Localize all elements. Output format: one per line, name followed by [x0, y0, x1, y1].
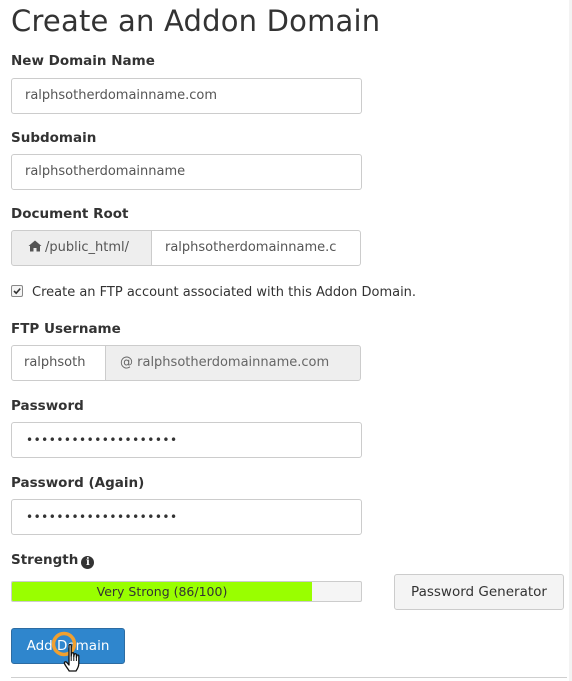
strength-meter-text: Very Strong (86/100): [96, 584, 228, 599]
password-again-input[interactable]: ••••••••••••••••••••: [11, 499, 362, 535]
ftp-checkbox-row[interactable]: Create an FTP account associated with th…: [11, 285, 416, 300]
ftp-username-input[interactable]: ralphsoth: [11, 345, 106, 381]
subdomain-input[interactable]: ralphsotherdomainname: [11, 154, 362, 190]
checkmark-icon: [13, 288, 21, 295]
password-generator-button[interactable]: Password Generator: [394, 574, 564, 610]
document-root-input[interactable]: ralphsotherdomainname.c: [151, 230, 361, 266]
page-title: Create an Addon Domain: [11, 4, 381, 38]
ftp-username-suffix: @ ralphsotherdomainname.com: [105, 345, 361, 381]
new-domain-label: New Domain Name: [11, 53, 155, 69]
ftp-checkbox-label: Create an FTP account associated with th…: [32, 285, 417, 300]
hand-pointer-cursor-icon: [63, 643, 80, 672]
home-icon: [28, 232, 42, 252]
document-root-prefix-text: /public_html/: [45, 240, 129, 255]
password-input[interactable]: ••••••••••••••••••••: [11, 422, 362, 458]
info-circle-icon[interactable]: i: [81, 556, 95, 569]
bottom-divider: [11, 677, 567, 678]
ftp-username-label: FTP Username: [11, 321, 121, 337]
subdomain-label: Subdomain: [11, 130, 97, 146]
strength-meter: Very Strong (86/100): [11, 581, 362, 602]
strength-label: Strength: [11, 552, 79, 568]
document-root-prefix: /public_html/: [11, 230, 152, 266]
strength-label-row: Strength i: [11, 552, 95, 569]
password-label: Password: [11, 398, 84, 414]
document-root-label: Document Root: [11, 206, 129, 222]
ftp-checkbox[interactable]: [11, 285, 23, 297]
password-again-label: Password (Again): [11, 475, 145, 491]
new-domain-input[interactable]: ralphsotherdomainname.com: [11, 78, 362, 114]
addon-domain-form: Create an Addon Domain New Domain Name r…: [0, 0, 572, 681]
